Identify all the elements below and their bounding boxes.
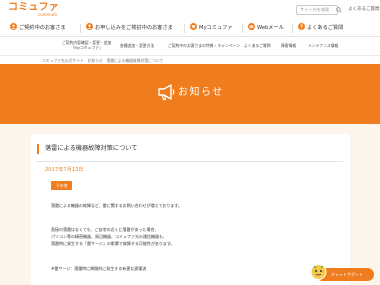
nav-divider (184, 24, 185, 33)
nav-divider (80, 24, 81, 33)
subnav-item-label: ご契約中のお客さまの特典・キャンペーン (168, 43, 240, 48)
subnav-item-sublabel: 「Myコミュファ」 (70, 45, 103, 50)
article-title: 落雷による機器故障対策について (45, 145, 138, 152)
chat-support-label: チャットサポート (331, 272, 363, 277)
subnav-item-label: 各種追加・変更方法 (120, 43, 155, 48)
sub-nav: ご契約内容確認・変更・追加 「Myコミュファ」 各種追加・変更方法 ご契約中のお… (0, 37, 380, 56)
question-icon: ? (298, 23, 305, 30)
nav-item-label: Webメール (257, 25, 284, 31)
article-paragraph: 落雷による機器の故障など、雷に関するお問い合わせが増えております。 (51, 203, 182, 208)
nav-item-faq[interactable]: ? よくあるご質問 (298, 23, 343, 33)
nav-item-label: よくあるご質問 (307, 25, 344, 31)
article-paragraph: 落雷時に発生する「雷サージ」の影響で故障する可能性があります。 (51, 241, 175, 246)
page-banner: お知らせ (0, 64, 380, 124)
subnav-item-label: 障害情報 (281, 43, 297, 48)
subnav-item-maintenance[interactable]: メンテナンス情報 (308, 43, 338, 48)
megaphone-icon (156, 83, 176, 101)
nav-divider (242, 24, 243, 33)
svg-text:?: ? (300, 24, 303, 30)
article-date: 2017年7月13日 (45, 167, 84, 173)
article: 落雷による機器故障対策について 2017年7月13日 その他 落雷による機器の故… (31, 134, 350, 285)
article-paragraph: パソコン等の精密機器、周辺機器、コミュファ光の通信機器も、 (51, 234, 167, 239)
nav-item-my-commufa[interactable]: Myコミュファ (190, 23, 232, 33)
nav-item-label: ご契約中のお客さま (19, 25, 66, 31)
logo-subtext: commufa (38, 12, 57, 17)
header: コミュファ commufa サイト内を検索 よくあるご質問 (0, 0, 380, 20)
mascot-icon[interactable] (310, 263, 327, 280)
title-accent-bar (37, 144, 39, 154)
commufa-logo[interactable]: コミュファ commufa (8, 3, 68, 19)
subnav-item-outage[interactable]: 障害情報 (281, 43, 296, 48)
nav-item-label: Myコミュファ (199, 25, 233, 31)
nav-item-label: お申し込みをご検討中のお客さま (95, 25, 173, 31)
search-icon (336, 7, 342, 13)
search-button[interactable] (335, 5, 343, 15)
nav-item-current-customers[interactable]: ご契約中のお客さま (10, 23, 66, 33)
subnav-item-faq[interactable]: よくあるご質問 (244, 43, 271, 48)
mail-icon (248, 23, 255, 30)
nav-divider (292, 24, 293, 33)
subnav-item-contract[interactable]: ご契約内容確認・変更・追加 「Myコミュファ」 (62, 40, 111, 50)
subnav-item-changes[interactable]: 各種追加・変更方法 (120, 43, 154, 48)
nav-item-prospective-customers[interactable]: お申し込みをご検討中のお客さま (86, 23, 173, 33)
heart-icon (190, 23, 197, 30)
subnav-item-label: よくあるご質問 (244, 43, 271, 48)
page-title: お知らせ (178, 87, 224, 98)
subnav-item-benefits[interactable]: ご契約中のお客さまの特典・キャンペーン (168, 43, 240, 48)
article-footnote: ※雷サージ：落雷時に瞬間的に発生する有害な過電流 (51, 266, 147, 271)
article-paragraph: 直接の落雷はなくても、ご自宅の近くに落雷があった場合、 (51, 227, 159, 232)
category-badge: その他 (51, 181, 73, 190)
nav-item-webmail[interactable]: Webメール (248, 23, 284, 33)
person-icon (10, 23, 17, 30)
header-faq-link[interactable]: よくあるご質問 (348, 5, 380, 15)
subnav-item-label: メンテナンス情報 (308, 43, 339, 48)
person-icon (86, 23, 93, 30)
main-nav: ご契約中のお客さま お申し込みをご検討中のお客さま Myコミュファ Webメール… (0, 20, 380, 37)
search-input[interactable]: サイト内を検索 (296, 5, 338, 15)
